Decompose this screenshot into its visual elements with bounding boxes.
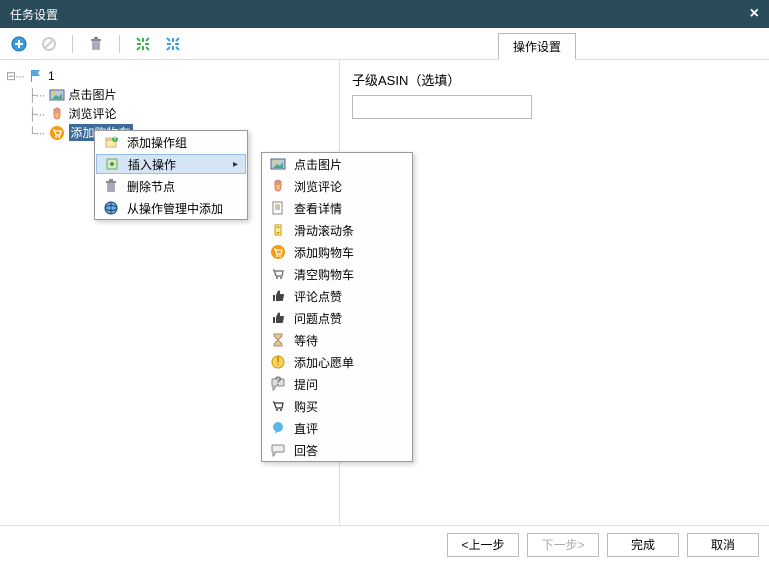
submenu-item[interactable]: 提问 xyxy=(262,373,412,395)
collapse-all-button[interactable] xyxy=(162,33,184,55)
submenu-arrow-icon: ▸ xyxy=(233,159,238,170)
scroll-icon xyxy=(270,222,286,238)
tree-root[interactable]: ⊟··· 1 xyxy=(6,66,333,85)
submenu-item[interactable]: 回答 xyxy=(262,439,412,461)
cart-orange-icon xyxy=(270,244,286,260)
menu-item-insert-action[interactable]: 插入操作 ▸ xyxy=(96,154,246,174)
detail-icon xyxy=(270,200,286,216)
separator xyxy=(119,35,120,53)
submenu-item[interactable]: 问题点赞 xyxy=(262,307,412,329)
question-icon xyxy=(270,376,286,392)
submenu-item[interactable]: 购买 xyxy=(262,395,412,417)
window-title: 任务设置 xyxy=(10,6,58,23)
thumb-icon xyxy=(270,310,286,326)
add-button[interactable] xyxy=(8,33,30,55)
submenu-item[interactable]: 添加心愿单 xyxy=(262,351,412,373)
submenu-item[interactable]: 添加购物车 xyxy=(262,241,412,263)
trash-button[interactable] xyxy=(85,33,107,55)
cancel-button[interactable]: 取消 xyxy=(687,533,759,557)
buy-icon xyxy=(270,398,286,414)
tree-panel: ⊟··· 1 ├··· 点击图片 ├··· 浏览评论 └··· 添加购物车 xyxy=(0,60,340,525)
globe-icon xyxy=(103,200,119,216)
menu-item-add-from-manager[interactable]: 从操作管理中添加 xyxy=(95,197,247,219)
hourglass-icon xyxy=(270,332,286,348)
image-icon xyxy=(270,156,286,172)
menu-item-add-group[interactable]: 添加操作组 xyxy=(95,131,247,153)
finish-button[interactable]: 完成 xyxy=(607,533,679,557)
cart-icon xyxy=(49,125,65,141)
tree-node[interactable]: ├··· 点击图片 xyxy=(6,85,333,104)
hand-icon xyxy=(270,178,286,194)
thumb-icon xyxy=(270,288,286,304)
trash-icon xyxy=(103,178,119,194)
toolbar xyxy=(0,28,769,60)
footer: <上一步 下一步> 完成 取消 xyxy=(0,525,769,563)
comment-icon xyxy=(270,420,286,436)
flag-icon xyxy=(28,68,44,84)
titlebar: 任务设置 × xyxy=(0,0,769,28)
submenu-item[interactable]: 评论点赞 xyxy=(262,285,412,307)
next-button: 下一步> xyxy=(527,533,599,557)
tab-action-settings[interactable]: 操作设置 xyxy=(498,33,576,60)
cart-empty-icon xyxy=(270,266,286,282)
submenu-item[interactable]: 点击图片 xyxy=(262,153,412,175)
submenu-item[interactable]: 浏览评论 xyxy=(262,175,412,197)
submenu-item[interactable]: 滑动滚动条 xyxy=(262,219,412,241)
tree-node[interactable]: ├··· 浏览评论 xyxy=(6,104,333,123)
field-label: 子级ASIN（选填） xyxy=(352,70,757,89)
menu-item-delete-node[interactable]: 删除节点 xyxy=(95,175,247,197)
submenu-item[interactable]: 等待 xyxy=(262,329,412,351)
separator xyxy=(72,35,73,53)
image-icon xyxy=(49,87,65,103)
prev-button[interactable]: <上一步 xyxy=(447,533,519,557)
group-add-icon xyxy=(103,134,119,150)
submenu-item[interactable]: 清空购物车 xyxy=(262,263,412,285)
context-submenu: 点击图片浏览评论查看详情滑动滚动条添加购物车清空购物车评论点赞问题点赞等待添加心… xyxy=(261,152,413,462)
asin-input[interactable] xyxy=(352,95,532,119)
close-icon[interactable]: × xyxy=(750,5,759,23)
context-menu: 添加操作组 插入操作 ▸ 删除节点 从操作管理中添加 xyxy=(94,130,248,220)
hand-icon xyxy=(49,106,65,122)
submenu-item[interactable]: 直评 xyxy=(262,417,412,439)
insert-icon xyxy=(104,156,120,172)
wish-icon xyxy=(270,354,286,370)
answer-icon xyxy=(270,442,286,458)
expand-all-button[interactable] xyxy=(132,33,154,55)
submenu-item[interactable]: 查看详情 xyxy=(262,197,412,219)
disable-button[interactable] xyxy=(38,33,60,55)
